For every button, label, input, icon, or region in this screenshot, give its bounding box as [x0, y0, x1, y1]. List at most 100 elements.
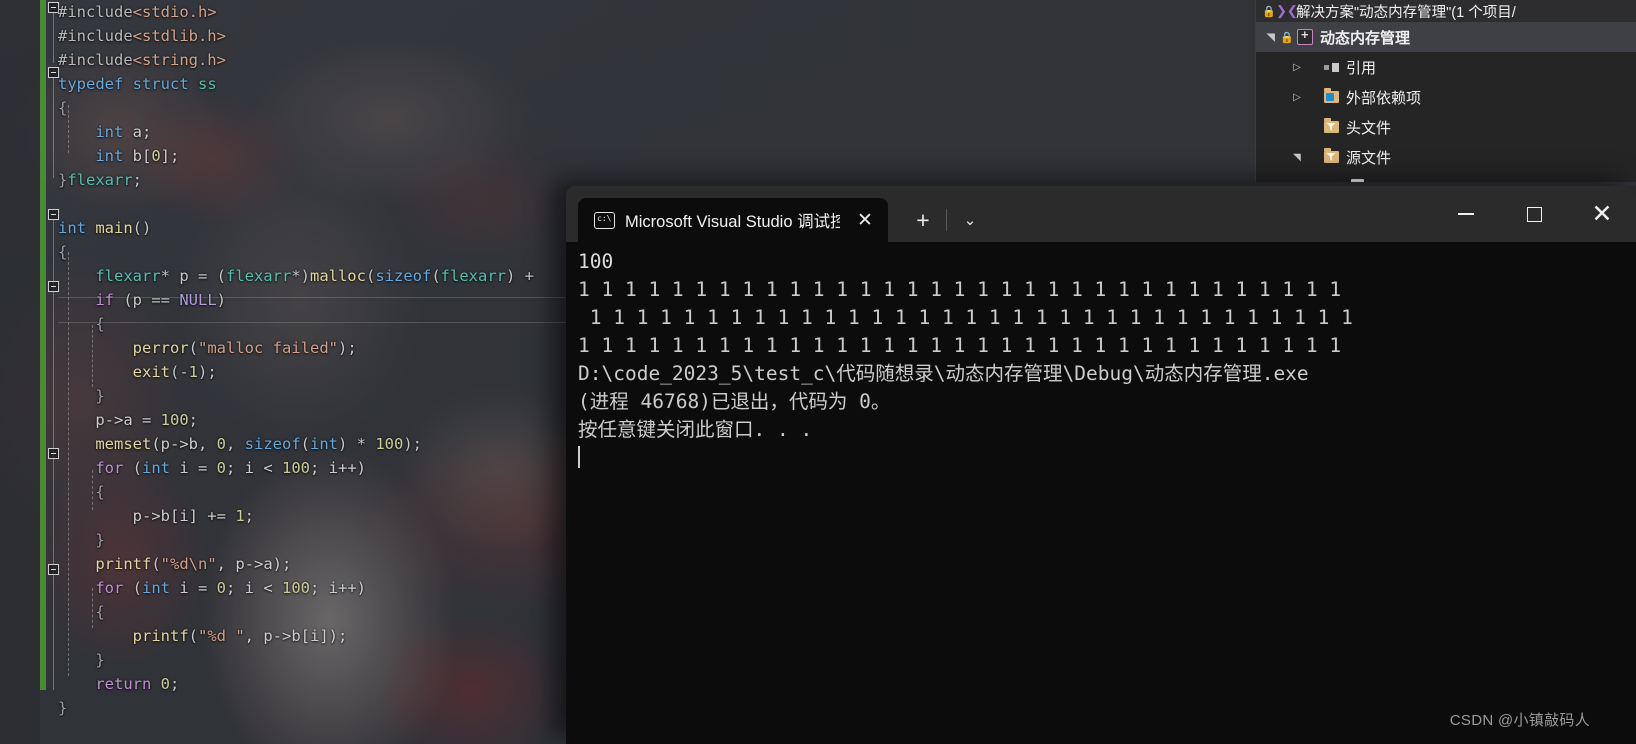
code-token: p->b[i] += [58, 507, 236, 525]
code-token: "%d\n" [160, 555, 217, 573]
code-token: sizeof [244, 435, 301, 453]
code-token: int [142, 459, 170, 477]
code-token: flexarr [225, 267, 292, 285]
code-token: 1 [235, 507, 245, 525]
chevron-down-icon[interactable]: ◢ [1266, 28, 1277, 46]
code-token: (- [169, 363, 189, 381]
console-tab-title: Microsoft Visual Studio 调试控 [625, 213, 840, 231]
code-token: 100 [160, 411, 189, 429]
code-token: if [95, 291, 114, 309]
code-token: } [58, 699, 68, 717]
code-token: , [226, 435, 245, 453]
code-token: return [95, 675, 152, 693]
code-token: NULL [179, 291, 217, 309]
console-tab[interactable]: Microsoft Visual Studio 调试控 ✕ [578, 198, 888, 242]
solution-explorer-panel[interactable]: 🔒 ❯❮ 解决方案"动态内存管理"(1 个项目/ ◢🔒动态内存管理▷引用▷外部依… [1255, 0, 1636, 182]
code-token: * p = ( [160, 267, 226, 285]
code-token: *) [291, 267, 310, 285]
code-token: ) + [506, 267, 544, 285]
window-controls: ✕ [1432, 186, 1636, 242]
chevron-right-icon[interactable]: ▷ [1288, 92, 1306, 103]
code-token: flexarr [67, 171, 133, 189]
maximize-button[interactable] [1500, 186, 1568, 242]
code-line: #include<stdio.h> [58, 0, 1298, 24]
solution-item-4[interactable]: ◢ 源文件 [1256, 142, 1636, 172]
solution-item-0[interactable]: ◢🔒 动态内存管理 [1256, 22, 1636, 52]
chevron-down-icon[interactable]: ◢ [1292, 148, 1303, 166]
code-line: int a; [58, 120, 1298, 144]
chevron-right-icon[interactable]: ▷ [1288, 62, 1306, 73]
chevron-down-icon[interactable]: ⌄ [953, 203, 987, 237]
code-token: #include [58, 3, 133, 21]
console-line: 按任意键关闭此窗口. . . [578, 418, 813, 441]
code-token: flexarr [95, 267, 161, 285]
solution-tree[interactable]: ◢🔒动态内存管理▷引用▷外部依赖项头文件◢源文件▷🔒test 11 4.c [1256, 22, 1636, 182]
code-token: { [58, 243, 68, 261]
code-token: { [58, 483, 105, 501]
code-token: 0 [160, 675, 171, 693]
solution-item-label: 动态内存管理 [1320, 29, 1411, 47]
code-token: for [95, 579, 124, 597]
code-token: printf [95, 555, 152, 573]
code-token: ; i++) [310, 579, 367, 597]
screen-root: #include<stdio.h> #include<stdlib.h> #incl… [0, 0, 1636, 744]
fold-guide [53, 78, 54, 178]
code-token: b[ [123, 147, 152, 165]
code-line: int b[0]; [58, 144, 1298, 168]
solution-item-5[interactable]: ▷🔒 test 11 4.c [1256, 172, 1636, 182]
code-token: perror [132, 339, 189, 357]
code-token: 1 [188, 363, 198, 381]
item-icon [1320, 118, 1342, 133]
chevron-right-icon[interactable]: ▷ [1314, 182, 1332, 183]
item-icon [1320, 88, 1342, 103]
solution-root-row[interactable]: 🔒 ❯❮ 解决方案"动态内存管理"(1 个项目/ [1256, 0, 1636, 22]
item-icon [1346, 179, 1368, 182]
solution-item-label: 头文件 [1346, 119, 1392, 137]
filter-folder-icon [1323, 148, 1339, 163]
code-token: <stdlib.h> [132, 27, 226, 45]
solution-item-2[interactable]: ▷ 外部依赖项 [1256, 82, 1636, 112]
console-window[interactable]: Microsoft Visual Studio 调试控 ✕ + ⌄ ✕ 1001… [566, 186, 1636, 744]
solution-item-3[interactable]: 头文件 [1256, 112, 1636, 142]
minimize-button[interactable] [1432, 186, 1500, 242]
solution-item-label: test 11 4.c [1372, 179, 1440, 183]
code-token: a; [123, 123, 152, 141]
code-token: ) * [338, 435, 376, 453]
watermark-text: CSDN @小镇敲码人 [1449, 712, 1590, 729]
toolbar-divider [946, 209, 947, 231]
code-token: 100 [282, 579, 311, 597]
console-output[interactable]: 100 1 1 1 1 1 1 1 1 1 1 1 1 1 1 1 1 1 1 1… [566, 242, 1636, 744]
solution-item-label: 源文件 [1346, 149, 1392, 167]
solution-item-label: 引用 [1346, 59, 1377, 77]
code-token: ; [188, 411, 198, 429]
code-token: ; i < [226, 579, 283, 597]
new-tab-icon[interactable]: + [906, 203, 940, 237]
close-window-button[interactable]: ✕ [1568, 186, 1636, 242]
cmd-console-icon [594, 211, 615, 229]
code-token: } [58, 387, 105, 405]
lock-icon: 🔒 [1332, 181, 1346, 183]
code-token: int [58, 219, 86, 237]
lock-icon: 🔒 [1280, 31, 1294, 44]
code-token: ); [337, 339, 357, 357]
code-token: 100 [375, 435, 404, 453]
references-icon [1323, 62, 1339, 73]
code-token: { [58, 315, 105, 333]
solution-item-1[interactable]: ▷ 引用 [1256, 52, 1636, 82]
editor-change-bar [40, 0, 46, 690]
console-line: 1 1 1 1 1 1 1 1 1 1 1 1 1 1 1 1 1 1 1 1 … [578, 306, 1353, 329]
console-titlebar[interactable]: Microsoft Visual Studio 调试控 ✕ + ⌄ ✕ [566, 186, 1636, 242]
code-token: ( [188, 339, 198, 357]
close-icon[interactable]: ✕ [850, 205, 880, 235]
code-token: exit [132, 363, 170, 381]
